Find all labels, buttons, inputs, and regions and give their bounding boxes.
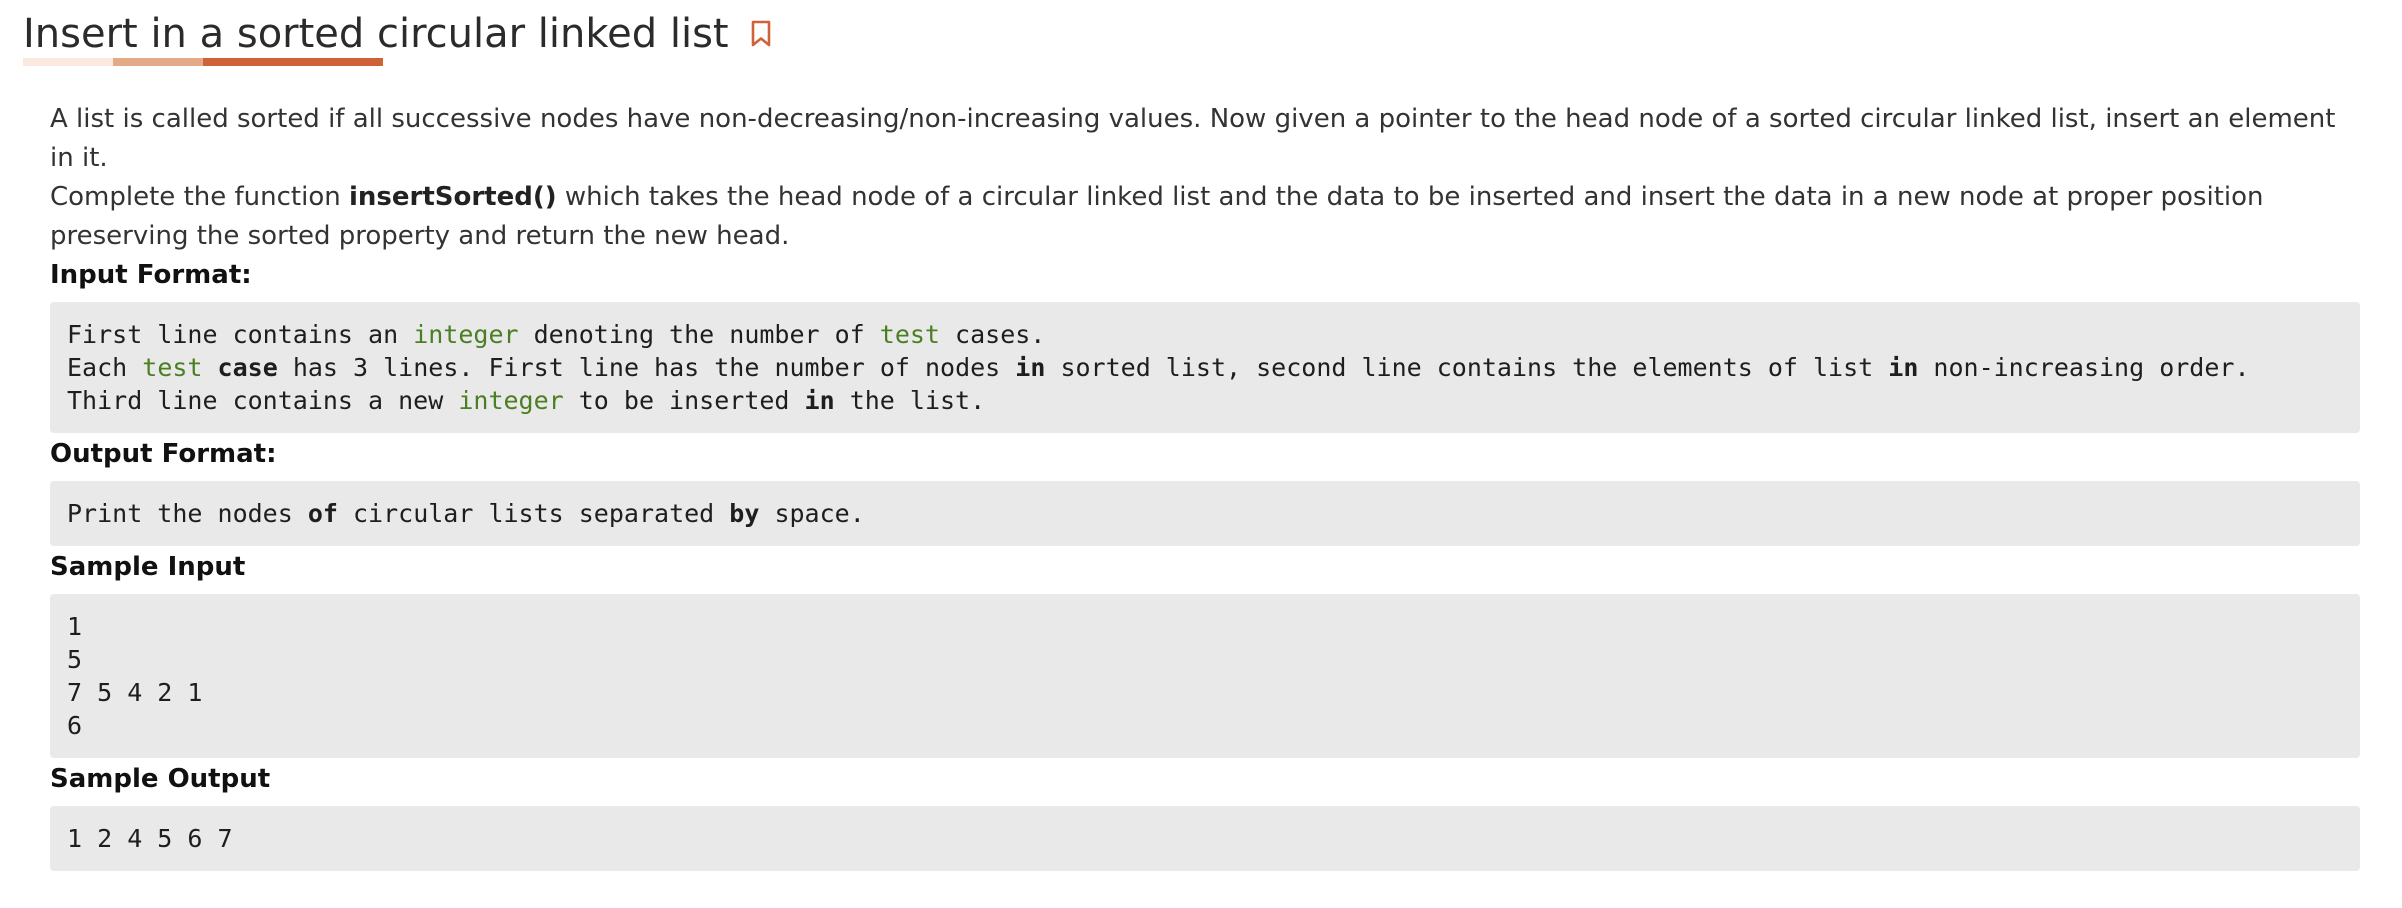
underline-segment-light [23, 58, 113, 66]
code-line: First line contains an integer denoting … [67, 320, 1045, 349]
code-line: Third line contains a new integer to be … [67, 386, 985, 415]
code-keyword-token: in [1888, 353, 1919, 382]
page-title: Insert in a sorted circular linked list [23, 11, 729, 57]
code-text-token: Each [67, 353, 143, 382]
code-text-token: cases. [940, 320, 1046, 349]
code-keyword-token: in [1015, 353, 1046, 382]
code-keyword-token: of [307, 499, 338, 528]
code-keyword-token: in [804, 386, 835, 415]
output-format-label: Output Format: [50, 439, 277, 469]
code-keyword-token: case [217, 353, 278, 382]
code-text-token: denoting the number of [518, 320, 880, 349]
bookmark-icon[interactable] [749, 19, 773, 49]
code-type-token: integer [413, 320, 519, 349]
sample-input-block: 1 5 7 5 4 2 1 6 [50, 594, 2360, 758]
description-line-2-prefix: Complete the function [50, 182, 349, 212]
problem-content: A list is called sorted if all successiv… [50, 100, 2360, 873]
title-underline-bar [23, 58, 383, 66]
code-text-token: First line contains an [67, 320, 414, 349]
title-row: Insert in a sorted circular linked list [23, 6, 773, 62]
problem-description: A list is called sorted if all successiv… [50, 100, 2360, 256]
code-text-token: to be inserted [563, 386, 805, 415]
input-format-label: Input Format: [50, 260, 252, 290]
code-type-token: test [879, 320, 940, 349]
sample-output-block: 1 2 4 5 6 7 [50, 806, 2360, 871]
code-line: Each test case has 3 lines. First line h… [67, 353, 2250, 382]
code-text-token: space. [759, 499, 865, 528]
underline-segment-dark [203, 58, 383, 66]
code-text-token: has 3 lines. First line has the number o… [277, 353, 1016, 382]
code-text-token: sorted list, second line contains the el… [1045, 353, 1889, 382]
function-name: insertSorted() [348, 182, 557, 212]
sample-output-label: Sample Output [50, 764, 271, 794]
code-text-token: non-increasing order. [1918, 353, 2250, 382]
code-keyword-token: by [729, 499, 760, 528]
code-text-token: the list. [834, 386, 986, 415]
code-type-token: integer [458, 386, 564, 415]
input-format-block: First line contains an integer denoting … [50, 302, 2360, 433]
code-type-token: test [142, 353, 203, 382]
code-text-token: Print the nodes [67, 499, 308, 528]
description-line-1: A list is called sorted if all successiv… [50, 104, 2336, 173]
code-text-token: circular lists separated [337, 499, 730, 528]
code-text-token: Third line contains a new [67, 386, 459, 415]
underline-segment-mid [113, 58, 203, 66]
output-format-block: Print the nodes of circular lists separa… [50, 481, 2360, 546]
sample-input-label: Sample Input [50, 552, 246, 582]
code-line: Print the nodes of circular lists separa… [67, 499, 865, 528]
